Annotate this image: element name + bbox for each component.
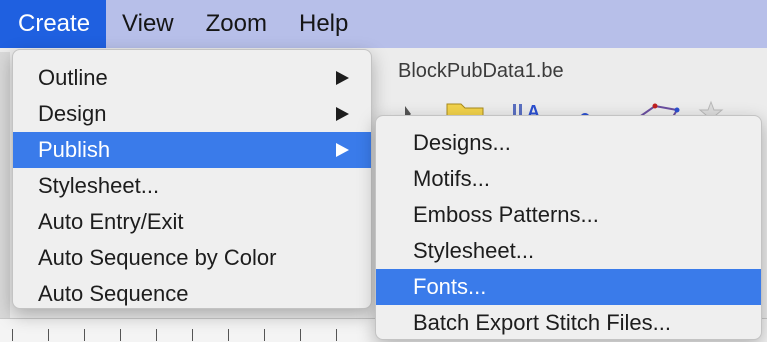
submenu-item-designs[interactable]: Designs...: [376, 125, 761, 161]
menu-item-label: Outline: [38, 65, 108, 90]
menu-item-label: Publish: [38, 137, 111, 162]
menu-item-label: Motifs...: [413, 166, 491, 191]
create-menu: Outline Design Publish Stylesheet... Aut…: [12, 49, 372, 309]
menu-item-label: Batch Export Stitch Files...: [413, 310, 671, 335]
submenu-item-emboss-patterns[interactable]: Emboss Patterns...: [376, 197, 761, 233]
submenu-arrow-icon: [336, 132, 349, 168]
menu-item-label: Designs...: [413, 130, 511, 155]
menu-item-outline[interactable]: Outline: [13, 60, 371, 96]
menu-item-label: Stylesheet...: [413, 238, 535, 263]
document-title: BlockPubData1.be: [398, 60, 564, 82]
menu-item-stylesheet[interactable]: Stylesheet...: [13, 168, 371, 204]
menu-item-label: Auto Entry/Exit: [38, 209, 184, 234]
menu-item-auto-sequence[interactable]: Auto Sequence: [13, 276, 371, 312]
submenu-item-stylesheet[interactable]: Stylesheet...: [376, 233, 761, 269]
menu-zoom[interactable]: Zoom: [190, 0, 283, 48]
menu-help[interactable]: Help: [283, 0, 364, 48]
menu-item-label: Stylesheet...: [38, 173, 160, 198]
menu-item-design[interactable]: Design: [13, 96, 371, 132]
menu-item-label: Auto Sequence: [38, 281, 189, 306]
submenu-item-fonts[interactable]: Fonts...: [376, 269, 761, 305]
menu-item-label: Design: [38, 101, 107, 126]
menu-item-publish[interactable]: Publish: [13, 132, 371, 168]
menu-item-label: Auto Sequence by Color: [38, 245, 277, 270]
menu-bar: Create View Zoom Help: [0, 0, 767, 48]
submenu-arrow-icon: [336, 96, 349, 132]
submenu-item-motifs[interactable]: Motifs...: [376, 161, 761, 197]
submenu-item-batch-export-stitch-files[interactable]: Batch Export Stitch Files...: [376, 305, 761, 341]
menu-item-auto-sequence-by-color[interactable]: Auto Sequence by Color: [13, 240, 371, 276]
left-panel-edge: [0, 52, 10, 341]
menu-view[interactable]: View: [106, 0, 190, 48]
menu-create[interactable]: Create: [0, 0, 107, 48]
publish-submenu: Designs... Motifs... Emboss Patterns... …: [375, 115, 762, 340]
submenu-arrow-icon: [336, 60, 349, 96]
menu-item-auto-entry-exit[interactable]: Auto Entry/Exit: [13, 204, 371, 240]
menu-item-label: Fonts...: [413, 274, 487, 299]
menu-item-label: Emboss Patterns...: [413, 202, 599, 227]
